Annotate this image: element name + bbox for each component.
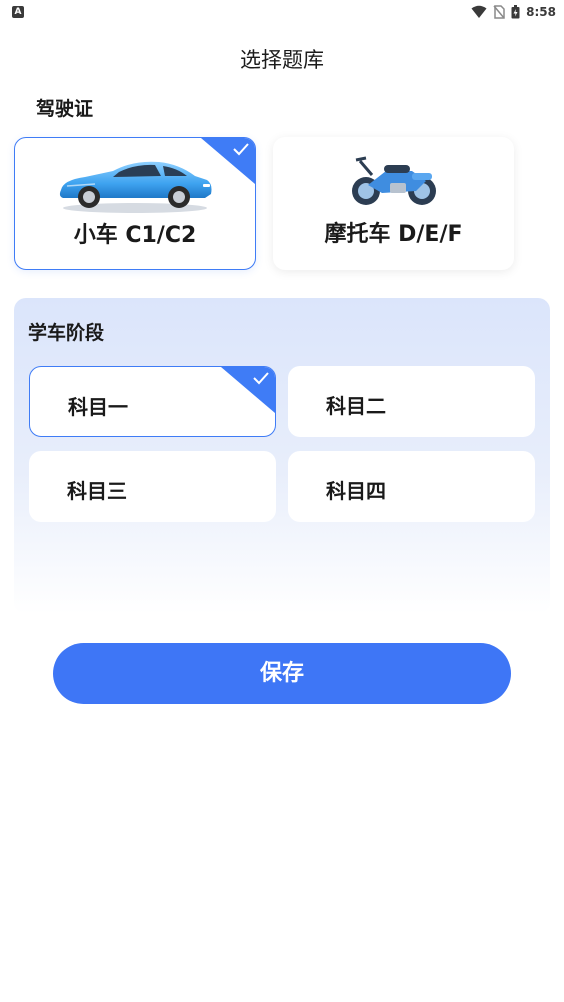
license-card-motorcycle[interactable]: 摩托车 D/E/F <box>273 137 514 270</box>
stage-option-label: 科目二 <box>326 394 386 418</box>
no-sim-icon <box>493 5 505 19</box>
stage-option-label: 科目一 <box>68 395 128 419</box>
stage-option-subject-4[interactable]: 科目四 <box>288 451 535 522</box>
license-section-label: 驾驶证 <box>36 98 94 120</box>
stage-section-label: 学车阶段 <box>28 322 105 344</box>
save-button[interactable]: 保存 <box>53 643 511 704</box>
status-bar: A 8:58 <box>0 0 564 24</box>
stage-option-subject-2[interactable]: 科目二 <box>288 366 535 437</box>
stage-option-label: 科目三 <box>67 479 127 503</box>
license-card-label: 摩托车 D/E/F <box>324 222 463 247</box>
stage-option-subject-3[interactable]: 科目三 <box>29 451 276 522</box>
wifi-icon <box>471 5 487 18</box>
status-time: 8:58 <box>526 5 556 19</box>
car-icon <box>15 152 255 220</box>
battery-icon <box>511 5 520 19</box>
selected-check-icon <box>221 367 275 413</box>
license-card-label: 小车 C1/C2 <box>73 223 197 248</box>
motorcycle-icon <box>273 151 514 219</box>
status-indicators: 8:58 <box>471 4 556 20</box>
app-notification-icon: A <box>12 6 24 18</box>
license-card-car[interactable]: 小车 C1/C2 <box>14 137 256 270</box>
page-title: 选择题库 <box>240 48 324 72</box>
stage-option-subject-1[interactable]: 科目一 <box>29 366 276 437</box>
stage-option-label: 科目四 <box>326 479 386 503</box>
